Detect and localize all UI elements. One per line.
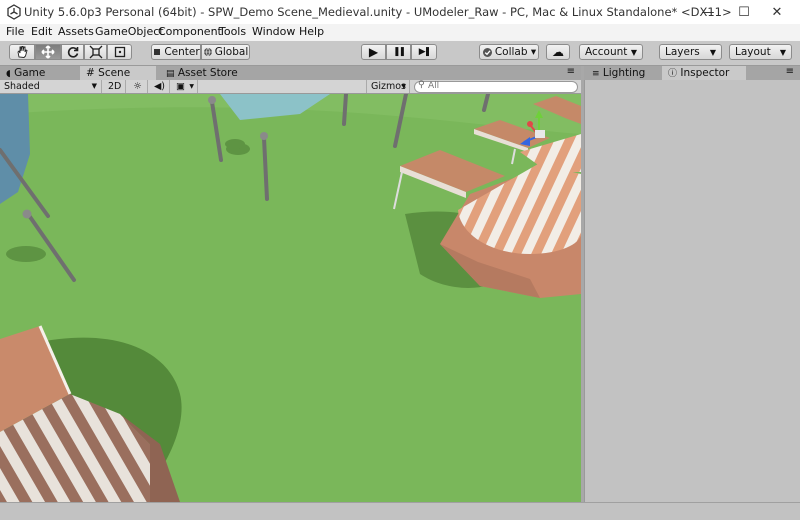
hand-tool-button[interactable] — [9, 44, 35, 60]
lighting-toggle[interactable]: ☼ — [128, 80, 148, 93]
chevron-down-icon: ▼ — [189, 83, 194, 90]
store-icon: ▤ — [166, 69, 175, 79]
hand-icon — [17, 46, 28, 58]
pivot-icon — [154, 49, 161, 55]
menu-assets[interactable]: Assets — [58, 25, 94, 38]
account-label: Account — [585, 46, 628, 58]
rotate-tool-button[interactable] — [61, 44, 84, 60]
info-icon: ⓘ — [668, 69, 678, 79]
tab-inspector[interactable]: ⓘ Inspector — [662, 66, 746, 80]
gizmos-dropdown[interactable]: Gizmos ▼ — [366, 80, 410, 93]
menu-tools[interactable]: Tools — [219, 25, 246, 38]
chevron-down-icon: ▼ — [779, 47, 786, 57]
tab-lighting-label: Lighting — [602, 67, 646, 79]
shading-label: Shaded — [4, 81, 40, 92]
chevron-down-icon: ▼ — [401, 83, 406, 90]
tab-menu-icon[interactable]: ≡ — [786, 66, 794, 77]
menu-bar: File Edit Assets GameObject Component To… — [0, 24, 800, 41]
main-toolbar: Center Global ▶ ❚❚ ▶❚ Collab ▾ ☁ Account… — [0, 41, 800, 66]
layout-label: Layout — [735, 46, 771, 58]
menu-help[interactable]: Help — [299, 25, 324, 38]
tab-asset-store[interactable]: ▤ Asset Store — [160, 66, 250, 80]
scene-render — [0, 94, 581, 502]
mode-2d-toggle[interactable]: 2D — [104, 80, 126, 93]
menu-window[interactable]: Window — [252, 25, 295, 38]
tab-asset-store-label: Asset Store — [177, 67, 238, 79]
scale-tool-button[interactable] — [84, 44, 107, 60]
image-icon: ▣ — [176, 81, 185, 92]
tab-menu-icon[interactable]: ≡ — [567, 66, 575, 77]
audio-toggle[interactable]: ◀) — [150, 80, 170, 93]
menu-gameobject[interactable]: GameObject — [95, 25, 164, 38]
layout-dropdown[interactable]: Layout ▼ — [729, 44, 792, 60]
status-bar — [0, 502, 800, 520]
unity-logo-icon — [7, 4, 21, 20]
inspector-panel — [584, 80, 800, 502]
scene-tab-row: ◖ Game # Scene ▤ Asset Store ≡ — [0, 66, 581, 80]
grid-icon: # — [86, 67, 95, 79]
move-tool-button[interactable] — [35, 44, 61, 60]
account-dropdown[interactable]: Account ▼ — [579, 44, 643, 60]
rect-tool-button[interactable] — [107, 44, 132, 60]
close-button[interactable]: ✕ — [754, 0, 800, 24]
rotate-icon — [67, 47, 78, 58]
tab-game[interactable]: ◖ Game — [0, 66, 76, 80]
search-field[interactable]: ⚲ All — [414, 80, 578, 93]
tab-scene[interactable]: # Scene — [80, 66, 156, 80]
pivot-center-button[interactable]: Center — [151, 44, 201, 60]
scale-icon — [89, 45, 102, 59]
chevron-down-icon: ▼ — [630, 47, 637, 57]
effects-dropdown[interactable]: ▣ ▼ — [172, 80, 198, 93]
collab-label: Collab ▾ — [494, 46, 537, 58]
sun-icon: ☼ — [133, 81, 142, 92]
menu-component[interactable]: Component — [158, 25, 222, 38]
title-bar: Unity 5.6.0p3 Personal (64bit) - SPW_Dem… — [0, 0, 800, 24]
shading-mode-dropdown[interactable]: Shaded ▼ — [0, 80, 102, 93]
scene-view-toolbar: Shaded ▼ 2D ☼ ◀) ▣ ▼ Gizmos ▼ ⚲ All — [0, 80, 581, 94]
tab-game-label: Game — [14, 67, 46, 79]
speaker-icon: ◀) — [153, 81, 165, 92]
space-label: Global — [214, 46, 249, 58]
tab-inspector-label: Inspector — [680, 67, 730, 79]
pause-button[interactable]: ❚❚ — [386, 44, 411, 60]
chevron-down-icon: ▼ — [91, 82, 97, 90]
scene-view[interactable] — [0, 94, 581, 502]
step-button[interactable]: ▶❚ — [411, 44, 437, 60]
chevron-down-icon: ▼ — [709, 47, 716, 57]
collab-button[interactable]: Collab ▾ — [479, 44, 539, 60]
globe-icon — [203, 47, 212, 57]
window-title: Unity 5.6.0p3 Personal (64bit) - SPW_Dem… — [24, 5, 732, 19]
menu-edit[interactable]: Edit — [31, 25, 52, 38]
pivot-label: Center — [164, 46, 200, 58]
tab-lighting[interactable]: ≡ Lighting — [586, 66, 660, 80]
space-global-button[interactable]: Global — [201, 44, 250, 60]
game-icon: ◖ — [6, 69, 11, 79]
rect-icon — [114, 46, 125, 58]
inspector-tab-row: ≡ Lighting ⓘ Inspector ≡ — [584, 66, 800, 80]
search-icon: ⚲ — [418, 80, 425, 90]
collab-icon — [482, 47, 492, 57]
move-icon — [41, 45, 55, 59]
cloud-button[interactable]: ☁ — [546, 44, 570, 60]
lighting-icon: ≡ — [592, 69, 600, 79]
layers-dropdown[interactable]: Layers ▼ — [659, 44, 722, 60]
play-button[interactable]: ▶ — [361, 44, 386, 60]
search-placeholder: All — [428, 81, 440, 91]
layers-label: Layers — [665, 46, 700, 58]
menu-file[interactable]: File — [6, 25, 24, 38]
tab-scene-label: Scene — [98, 67, 131, 79]
